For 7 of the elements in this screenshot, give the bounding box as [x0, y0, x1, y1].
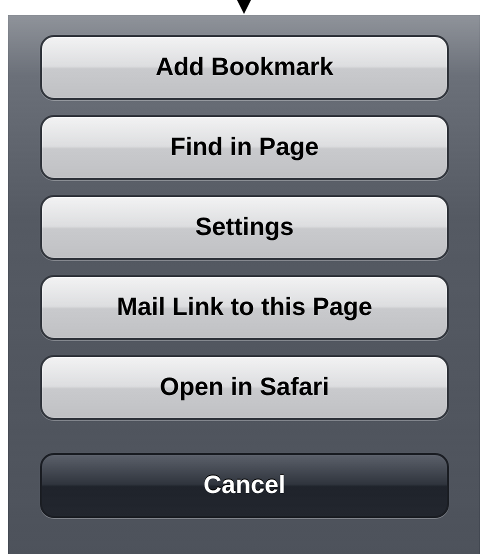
menu-button[interactable]: Find in Page — [40, 115, 449, 180]
cancel-button[interactable]: Cancel — [40, 453, 449, 518]
menu-button[interactable]: Settings — [40, 195, 449, 260]
menu-button[interactable]: Add Bookmark — [40, 35, 449, 100]
pointer-icon — [236, 0, 252, 15]
menu-button[interactable]: Mail Link to this Page — [40, 275, 449, 340]
menu-button[interactable]: Open in Safari — [40, 355, 449, 420]
